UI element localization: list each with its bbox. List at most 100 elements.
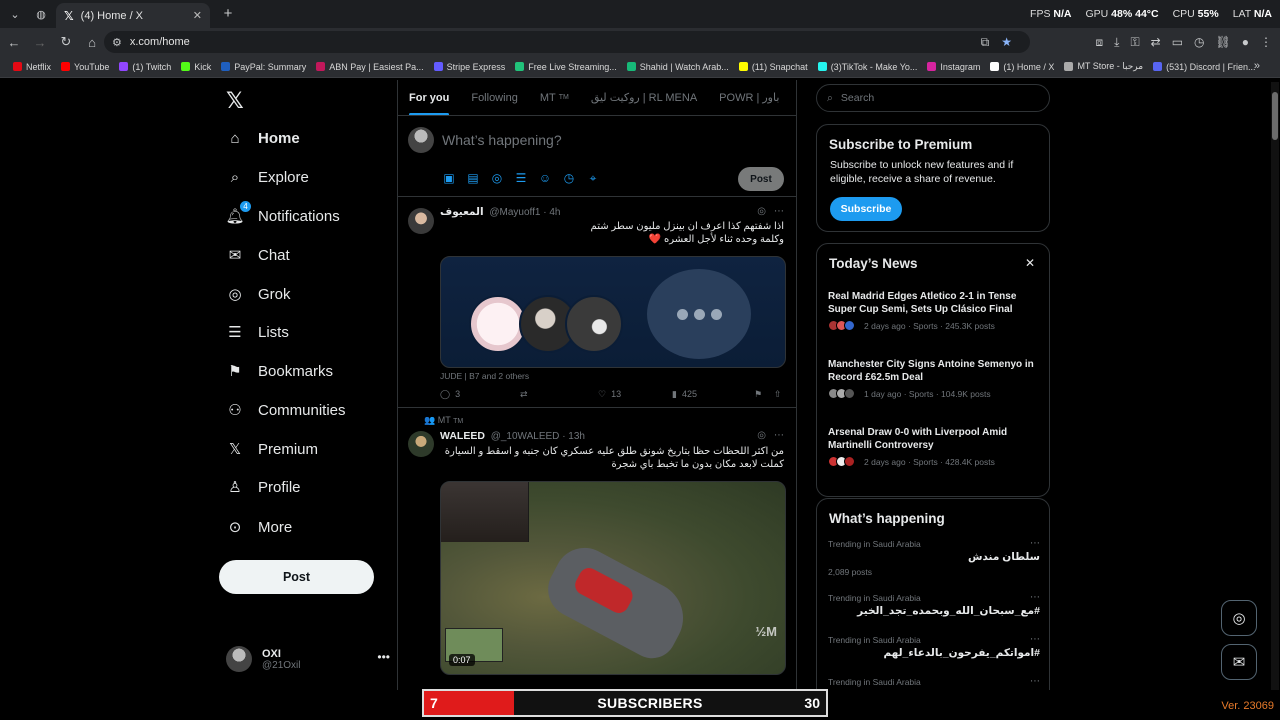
news-item[interactable]: Manchester City Signs Antoine Semenyo in… bbox=[828, 358, 1044, 399]
trend-more-icon[interactable]: ⋯ bbox=[1030, 538, 1040, 549]
trend-item[interactable]: Trending in Saudi Arabia ⋯ #امواتكم_يفرحون… bbox=[828, 634, 1040, 659]
trend-item[interactable]: Trending in Saudi Arabia ⋯ bbox=[828, 676, 1040, 687]
bookmark-star-icon[interactable]: ★ bbox=[1001, 35, 1012, 49]
bookmark-item[interactable]: Stripe Express bbox=[429, 62, 511, 72]
nav-item-chat[interactable]: ✉ Chat bbox=[226, 239, 290, 271]
home-button-icon[interactable]: ⌂ bbox=[80, 30, 104, 54]
password-key-icon[interactable]: ⚿ bbox=[1130, 35, 1139, 50]
feed-tab[interactable]: روكيت ليق | RL MENA bbox=[580, 80, 708, 115]
card-icon[interactable]: ▭ bbox=[1172, 35, 1183, 49]
subscribe-button[interactable]: Subscribe bbox=[830, 197, 902, 221]
tweet-author-name[interactable]: المعيوف bbox=[440, 206, 484, 218]
bookmark-item[interactable]: (11) Snapchat bbox=[734, 62, 813, 72]
composer-post-button[interactable]: Post bbox=[738, 167, 784, 191]
download-icon[interactable]: ⤓ bbox=[1114, 35, 1119, 50]
back-icon[interactable]: ← bbox=[2, 30, 26, 54]
bookmark-item[interactable]: (1) Twitch bbox=[114, 62, 176, 72]
profile-avatar-icon[interactable]: ● bbox=[1242, 35, 1249, 49]
bookmark-item[interactable]: Netflix bbox=[8, 62, 56, 72]
nav-item-grok[interactable]: ◎ Grok bbox=[226, 278, 290, 310]
bookmark-item[interactable]: PayPal: Summary bbox=[216, 62, 311, 72]
tweet-more-icon[interactable]: ⋯ bbox=[774, 206, 784, 217]
schedule-icon[interactable]: ◷ bbox=[562, 171, 576, 186]
close-icon[interactable]: ✕ bbox=[1025, 256, 1035, 270]
history-icon[interactable]: ◷ bbox=[1194, 35, 1204, 49]
bookmark-item[interactable]: (3)TikTok - Make Yo... bbox=[813, 62, 923, 72]
bookmark-item[interactable]: Shahid | Watch Arab... bbox=[622, 62, 734, 72]
bookmark-item[interactable]: MT Store - مرحبا bbox=[1059, 61, 1148, 72]
repost-action[interactable]: ⇄ bbox=[520, 389, 598, 400]
feed-tab[interactable]: For you bbox=[398, 80, 460, 115]
tweet[interactable]: 👥 MT TM WALEED @_10WALEED · 13h ◎ ⋯ من ا… bbox=[398, 409, 796, 690]
tab-close-icon[interactable]: ✕ bbox=[193, 9, 202, 22]
bookmark-item[interactable]: (531) Discord | Frien... bbox=[1148, 62, 1260, 72]
tweet-more-icon[interactable]: ⋯ bbox=[774, 430, 784, 441]
trend-more-icon[interactable]: ⋯ bbox=[1030, 634, 1040, 645]
nav-item-lists[interactable]: ☰ Lists bbox=[226, 316, 289, 348]
news-item[interactable]: Real Madrid Edges Atletico 2-1 in Tense … bbox=[828, 290, 1044, 331]
reload-icon[interactable]: ↻ bbox=[54, 30, 78, 54]
install-app-icon[interactable]: ⧉ bbox=[981, 35, 990, 50]
share-icon[interactable]: ⇧ bbox=[774, 389, 782, 400]
like-action[interactable]: ♡ 13 bbox=[598, 389, 672, 400]
avatar[interactable] bbox=[408, 431, 434, 457]
nav-item-premium[interactable]: 𝕏 Premium bbox=[226, 433, 318, 465]
nav-item-more[interactable]: ⊙ More bbox=[226, 511, 292, 543]
gif-icon[interactable]: ▤ bbox=[466, 171, 480, 186]
tweet-image[interactable] bbox=[440, 256, 786, 368]
trend-item[interactable]: Trending in Saudi Arabia ⋯ سلطان مندش 2,089… bbox=[828, 538, 1040, 577]
page-scrollbar[interactable] bbox=[1271, 82, 1279, 690]
bookmark-item[interactable]: Kick bbox=[176, 62, 216, 72]
tweet-video[interactable]: 0:07 ½M bbox=[440, 481, 786, 675]
reply-action[interactable]: ◯ 3 bbox=[440, 389, 520, 400]
new-tab-icon[interactable]: + bbox=[218, 4, 238, 24]
bookmark-item[interactable]: Free Live Streaming... bbox=[510, 62, 622, 72]
scrollbar-thumb[interactable] bbox=[1272, 92, 1278, 140]
location-icon[interactable]: ⌖ bbox=[586, 171, 600, 186]
search-input[interactable]: ⌕ Search bbox=[816, 84, 1050, 112]
messages-float-icon[interactable]: ✉ bbox=[1221, 644, 1257, 680]
composer-input[interactable]: What’s happening? bbox=[442, 132, 562, 148]
menu-kebab-icon[interactable]: ⋮ bbox=[1260, 35, 1272, 49]
url-bar[interactable]: ⚙ x.com/home ⧉ ★ bbox=[104, 31, 1030, 53]
repost-source[interactable]: MT bbox=[438, 415, 451, 425]
bookmark-item[interactable]: (1) Home / X bbox=[985, 62, 1059, 72]
feed-tab[interactable]: POWR | باور bbox=[708, 80, 790, 115]
feed-tab[interactable]: MT TM bbox=[529, 80, 580, 115]
views-action[interactable]: ▮ 425 bbox=[672, 389, 754, 400]
grok-explain-icon[interactable]: ◎ bbox=[757, 430, 766, 441]
nav-item-bookmarks[interactable]: ⚑ Bookmarks bbox=[226, 355, 333, 387]
news-item[interactable]: Arsenal Draw 0-0 with Liverpool Amid Mar… bbox=[828, 426, 1044, 467]
x-logo-icon[interactable]: 𝕏 bbox=[226, 88, 244, 114]
bookmark-item[interactable]: YouTube bbox=[56, 62, 114, 72]
nav-item-communities[interactable]: ⚇ Communities bbox=[226, 394, 345, 426]
nav-item-explore[interactable]: ⌕ Explore bbox=[226, 161, 309, 193]
trend-more-icon[interactable]: ⋯ bbox=[1030, 676, 1040, 687]
grok-float-icon[interactable]: ◎ bbox=[1221, 600, 1257, 636]
feed-tab[interactable]: Espor bbox=[790, 80, 796, 115]
forward-icon[interactable]: → bbox=[28, 30, 52, 54]
grok-explain-icon[interactable]: ◎ bbox=[757, 206, 766, 217]
poll-icon[interactable]: ☰ bbox=[514, 171, 528, 186]
trend-more-icon[interactable]: ⋯ bbox=[1030, 592, 1040, 603]
nav-item-notifications[interactable]: 🔔︎ 4 Notifications bbox=[225, 200, 340, 232]
post-button[interactable]: Post bbox=[219, 560, 374, 594]
image-icon[interactable]: ▣ bbox=[442, 171, 456, 186]
bookmark-tweet-icon[interactable]: ⚑ bbox=[754, 389, 774, 400]
account-switcher[interactable]: OXI @21Oxil ••• bbox=[226, 642, 390, 676]
emoji-icon[interactable]: ☺ bbox=[538, 171, 552, 186]
tab-search-icon[interactable]: ⌄ bbox=[4, 3, 26, 25]
trend-item[interactable]: Trending in Saudi Arabia ⋯ #مع_سبحان_الله_… bbox=[828, 592, 1040, 617]
nav-item-home[interactable]: ⌂ Home bbox=[226, 122, 299, 154]
extensions-icon[interactable]: ⧈ bbox=[1096, 35, 1104, 50]
link-icon[interactable]: ⛓ bbox=[1216, 35, 1231, 49]
bookmark-item[interactable]: Instagram bbox=[922, 62, 985, 72]
bookmarks-overflow-icon[interactable]: » bbox=[1254, 60, 1260, 72]
bookmark-item[interactable]: ABN Pay | Easiest Pa... bbox=[311, 62, 428, 72]
nav-item-profile[interactable]: ♙ Profile bbox=[226, 471, 300, 503]
tweet[interactable]: المعيوف @Mayuoff1 · 4h ◎ ⋯ اذا شفتهم كذا… bbox=[398, 198, 796, 408]
browser-tab[interactable]: 𝕏 (4) Home / X ✕ bbox=[56, 3, 210, 28]
tab-group-icon[interactable]: ◍ bbox=[30, 3, 52, 25]
grok-compose-icon[interactable]: ◎ bbox=[490, 171, 504, 186]
avatar[interactable] bbox=[408, 208, 434, 234]
